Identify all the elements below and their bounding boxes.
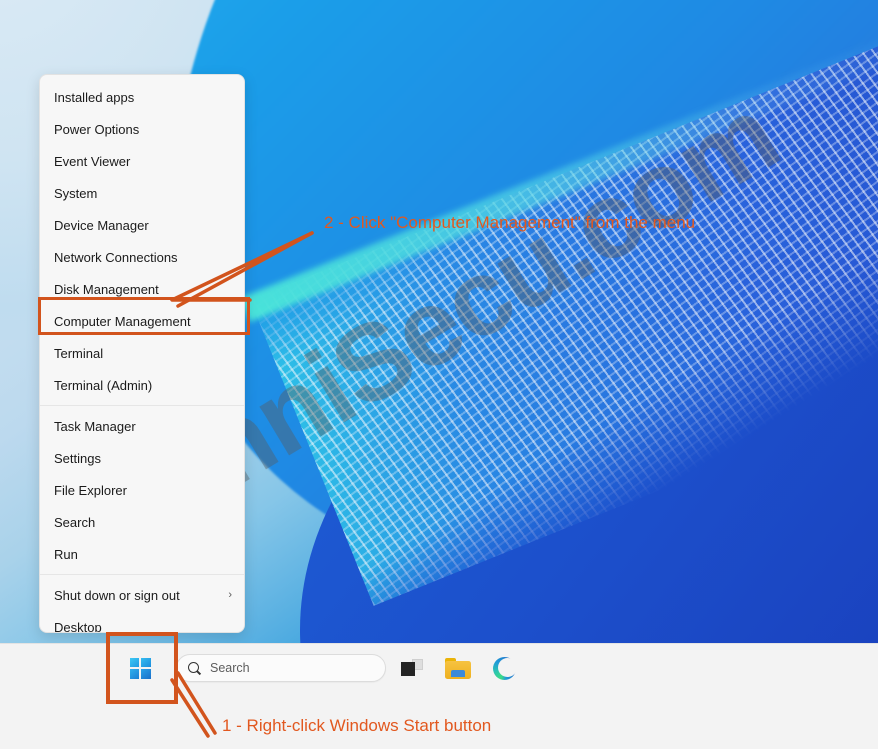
menu-item-label: Event Viewer <box>54 153 131 169</box>
microsoft-edge-button[interactable] <box>484 648 524 688</box>
menu-item-label: Device Manager <box>54 217 149 233</box>
search-input[interactable]: Search <box>176 654 386 682</box>
menu-item-system[interactable]: System <box>40 177 244 209</box>
menu-item-label: Power Options <box>54 121 140 137</box>
menu-item-label: File Explorer <box>54 482 127 498</box>
menu-item-terminal-admin[interactable]: Terminal (Admin) <box>40 369 244 401</box>
windows-start-button[interactable] <box>118 648 162 688</box>
chevron-right-icon: › <box>228 588 232 601</box>
taskbar-items: Search <box>0 644 878 692</box>
screenshot-root: OmniSecu.com Installed apps Power Options… <box>0 0 878 749</box>
microsoft-edge-icon <box>492 656 517 680</box>
menu-item-terminal[interactable]: Terminal <box>40 337 244 369</box>
power-user-context-menu[interactable]: Installed apps Power Options Event Viewer S… <box>39 74 245 633</box>
menu-item-task-manager[interactable]: Task Manager <box>40 410 244 442</box>
menu-item-search[interactable]: Search <box>40 506 244 538</box>
menu-separator <box>40 405 244 406</box>
menu-item-label: Computer Management <box>54 313 191 329</box>
menu-item-file-explorer[interactable]: File Explorer <box>40 474 244 506</box>
task-view-button[interactable] <box>392 648 432 688</box>
menu-item-label: Shut down or sign out <box>54 587 180 603</box>
menu-item-desktop[interactable]: Desktop <box>40 611 244 633</box>
menu-item-label: Network Connections <box>54 249 178 265</box>
menu-item-event-viewer[interactable]: Event Viewer <box>40 145 244 177</box>
menu-item-label: Settings <box>54 450 101 466</box>
search-placeholder: Search <box>210 661 250 675</box>
file-explorer-button[interactable] <box>438 648 478 688</box>
annotation-caption-step2: 2 - Click "Computer Management" from the… <box>324 213 696 232</box>
annotation-caption-step1: 1 - Right-click Windows Start button <box>222 716 492 735</box>
search-icon <box>187 661 202 676</box>
windows-logo-icon <box>129 657 151 679</box>
menu-item-power-options[interactable]: Power Options <box>40 113 244 145</box>
menu-item-label: Terminal (Admin) <box>54 377 153 393</box>
menu-item-label: Desktop <box>54 619 102 633</box>
menu-item-label: Terminal <box>54 345 104 361</box>
menu-item-shut-down-or-sign-out[interactable]: Shut down or sign out › <box>40 579 244 611</box>
menu-item-disk-management[interactable]: Disk Management <box>40 273 244 305</box>
menu-item-computer-management[interactable]: Computer Management <box>40 305 244 337</box>
menu-item-label: System <box>54 185 98 201</box>
menu-separator <box>40 574 244 575</box>
menu-item-installed-apps[interactable]: Installed apps <box>40 81 244 113</box>
menu-item-run[interactable]: Run <box>40 538 244 570</box>
menu-item-label: Task Manager <box>54 418 136 434</box>
menu-item-network-connections[interactable]: Network Connections <box>40 241 244 273</box>
menu-item-label: Run <box>54 546 78 562</box>
menu-item-settings[interactable]: Settings <box>40 442 244 474</box>
task-view-icon <box>401 659 423 677</box>
menu-item-device-manager[interactable]: Device Manager <box>40 209 244 241</box>
menu-item-label: Disk Management <box>54 281 159 297</box>
menu-item-label: Search <box>54 514 96 530</box>
menu-item-label: Installed apps <box>54 89 135 105</box>
file-explorer-icon <box>445 657 471 679</box>
